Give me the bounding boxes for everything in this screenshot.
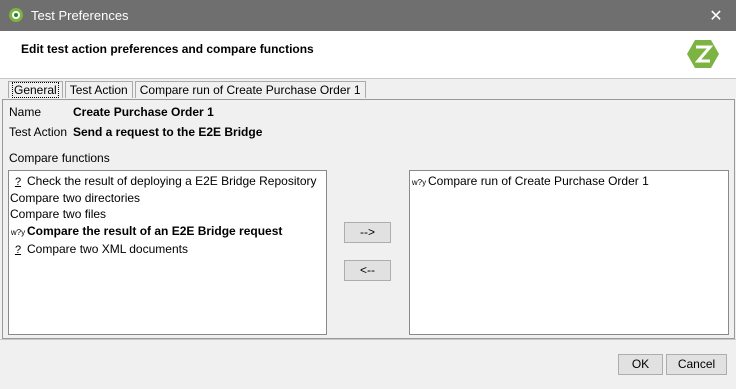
list-item-label: Compare two files: [10, 207, 107, 221]
list-item[interactable]: ? Check the result of deploying a E2E Bri…: [9, 173, 317, 189]
help-icon: ?: [14, 176, 22, 188]
list-item-label: Compare two XML documents: [27, 242, 188, 256]
tab-general-label: General: [12, 82, 59, 98]
help-icon: ?: [14, 244, 22, 256]
tab-compare-run-label: Compare run of Create Purchase Order 1: [139, 83, 361, 97]
list-item-label: Compare the result of an E2E Bridge requ…: [27, 224, 283, 238]
name-label: Name: [9, 105, 42, 119]
close-button[interactable]: ✕: [696, 0, 736, 31]
test-action-label: Test Action: [9, 125, 68, 139]
window-title: Test Preferences: [31, 8, 129, 23]
title-bar: Test Preferences ✕: [0, 0, 736, 31]
list-item[interactable]: Compare two files: [10, 206, 106, 222]
bridge-request-icon: w?y: [10, 228, 26, 237]
app-icon: [9, 8, 23, 22]
selected-functions-list[interactable]: w?y Compare run of Create Purchase Order …: [409, 170, 729, 335]
dialog-heading: Edit test action preferences and compare…: [21, 42, 314, 56]
test-action-value: Send a request to the E2E Bridge: [73, 125, 263, 139]
available-functions-list[interactable]: ? Check the result of deploying a E2E Bri…: [8, 170, 327, 335]
list-item[interactable]: ? Compare two XML documents: [9, 241, 188, 257]
tab-bar: General Test Action Compare run of Creat…: [8, 81, 368, 99]
dialog-header: Edit test action preferences and compare…: [0, 31, 736, 79]
close-icon: ✕: [709, 7, 723, 25]
add-function-button[interactable]: -->: [344, 222, 391, 243]
list-item-label: Compare run of Create Purchase Order 1: [428, 174, 649, 188]
ok-button[interactable]: OK: [618, 354, 663, 375]
name-value: Create Purchase Order 1: [73, 105, 214, 119]
list-item-label: Compare two directories: [10, 191, 141, 205]
cancel-button[interactable]: Cancel: [666, 354, 727, 375]
bridge-request-icon: w?y: [411, 178, 427, 187]
list-item[interactable]: w?y Compare the result of an E2E Bridge r…: [9, 223, 283, 239]
tab-compare-run[interactable]: Compare run of Create Purchase Order 1: [134, 81, 366, 98]
compare-functions-label: Compare functions: [9, 151, 110, 165]
list-item[interactable]: w?y Compare run of Create Purchase Order …: [410, 173, 649, 189]
tab-test-action-label: Test Action: [69, 83, 128, 97]
remove-function-button[interactable]: <--: [344, 260, 391, 281]
tab-test-action[interactable]: Test Action: [64, 81, 133, 98]
footer-separator: [0, 339, 736, 340]
list-item-label: Check the result of deploying a E2E Brid…: [27, 174, 317, 188]
e2e-logo-icon: [687, 40, 719, 68]
list-item[interactable]: Compare two directories: [10, 190, 140, 206]
tab-general[interactable]: General: [8, 81, 63, 98]
general-panel: Name Create Purchase Order 1 Test Action…: [2, 99, 735, 339]
